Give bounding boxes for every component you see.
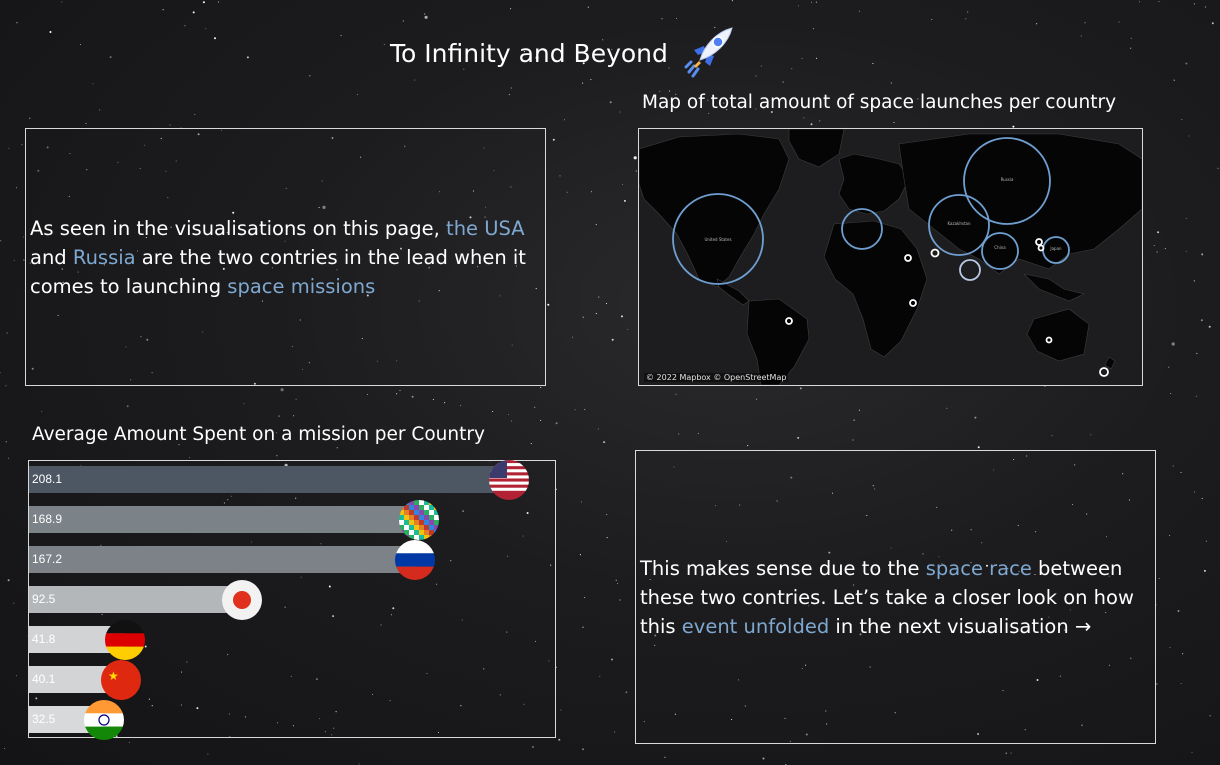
land-australia bbox=[1026, 308, 1090, 362]
bar-value-label: 92.5 bbox=[32, 592, 56, 606]
bar-row[interactable]: 92.5 bbox=[29, 580, 263, 620]
map-attribution[interactable]: © 2022 Mapbox © OpenStreetMap bbox=[644, 373, 789, 382]
rocket-icon bbox=[682, 22, 738, 78]
land-asia bbox=[898, 133, 1142, 275]
bar-value-label: 167.2 bbox=[32, 552, 63, 566]
bar-row[interactable]: 41.8 bbox=[29, 620, 146, 660]
india-flag-icon bbox=[83, 700, 124, 740]
map-label-russia: Russia bbox=[1001, 177, 1014, 182]
world-flags-icon bbox=[398, 500, 439, 540]
land-north-america bbox=[639, 133, 790, 288]
land-southeast-asia bbox=[1023, 273, 1085, 302]
russia-flag-icon bbox=[394, 540, 435, 580]
bar-row[interactable]: 40.1 ★ bbox=[29, 660, 142, 700]
bar-value-label: 168.9 bbox=[32, 512, 63, 526]
bubble-india bbox=[959, 259, 981, 281]
spending-bar-chart[interactable]: 208.1 168.9 167.2 92.5 41.8 40.1 ★ 32.5 bbox=[28, 460, 556, 740]
bar-value-label: 32.5 bbox=[32, 712, 56, 726]
conclusion-text: This makes sense due to the space race b… bbox=[640, 556, 1134, 638]
bar-usa[interactable] bbox=[29, 466, 509, 493]
bar-russia[interactable] bbox=[29, 546, 415, 573]
intro-text-panel: As seen in the visualisations on this pa… bbox=[25, 128, 546, 386]
bar-value-label: 40.1 bbox=[32, 672, 56, 686]
bar-value-label: 41.8 bbox=[32, 632, 56, 646]
svg-text:★: ★ bbox=[108, 669, 119, 683]
land-central-america bbox=[716, 278, 750, 306]
germany-flag-icon bbox=[105, 620, 146, 660]
japan-flag-icon bbox=[222, 580, 263, 620]
land-greenland bbox=[788, 129, 845, 168]
land-africa bbox=[823, 220, 928, 358]
bubble-iran bbox=[930, 248, 940, 258]
intro-text: As seen in the visualisations on this pa… bbox=[30, 216, 526, 298]
bar-japan[interactable] bbox=[29, 586, 243, 613]
bar-row[interactable]: 208.1 bbox=[29, 460, 529, 500]
bar-row[interactable]: 167.2 bbox=[29, 540, 435, 580]
world-map[interactable]: United States Russia Kazakhstan China Ja… bbox=[639, 129, 1142, 385]
bar-value-label: 208.1 bbox=[32, 472, 63, 486]
map-label-kazakhstan: Kazakhstan bbox=[947, 221, 971, 226]
bubble-new-zealand bbox=[1099, 367, 1109, 377]
highlight-space-missions: space missions bbox=[227, 274, 376, 298]
page-title-text: To Infinity and Beyond bbox=[390, 38, 668, 68]
china-flag-icon: ★ bbox=[101, 660, 142, 700]
conclusion-text-panel: This makes sense due to the space race b… bbox=[635, 450, 1156, 744]
bar-world[interactable] bbox=[29, 506, 419, 533]
highlight-space-race: space race bbox=[925, 556, 1032, 580]
highlight-russia: Russia bbox=[72, 245, 136, 269]
land-new-zealand bbox=[1104, 356, 1116, 370]
page-title: To Infinity and Beyond bbox=[390, 27, 738, 78]
map-title: Map of total amount of space launches pe… bbox=[642, 92, 1117, 113]
usa-flag-icon bbox=[489, 460, 529, 500]
launches-map[interactable]: United States Russia Kazakhstan China Ja… bbox=[638, 128, 1143, 386]
map-label-usa: United States bbox=[704, 237, 731, 242]
bar-chart-title: Average Amount Spent on a mission per Co… bbox=[32, 424, 485, 445]
bar-row[interactable]: 168.9 bbox=[29, 500, 439, 540]
highlight-usa: the USA bbox=[446, 216, 525, 240]
highlight-event-unfolded: event unfolded bbox=[681, 614, 830, 638]
map-label-china: China bbox=[994, 245, 1006, 250]
map-label-japan: Japan bbox=[1049, 246, 1062, 251]
bar-row[interactable]: 32.5 bbox=[29, 700, 124, 740]
land-europe bbox=[838, 153, 910, 215]
